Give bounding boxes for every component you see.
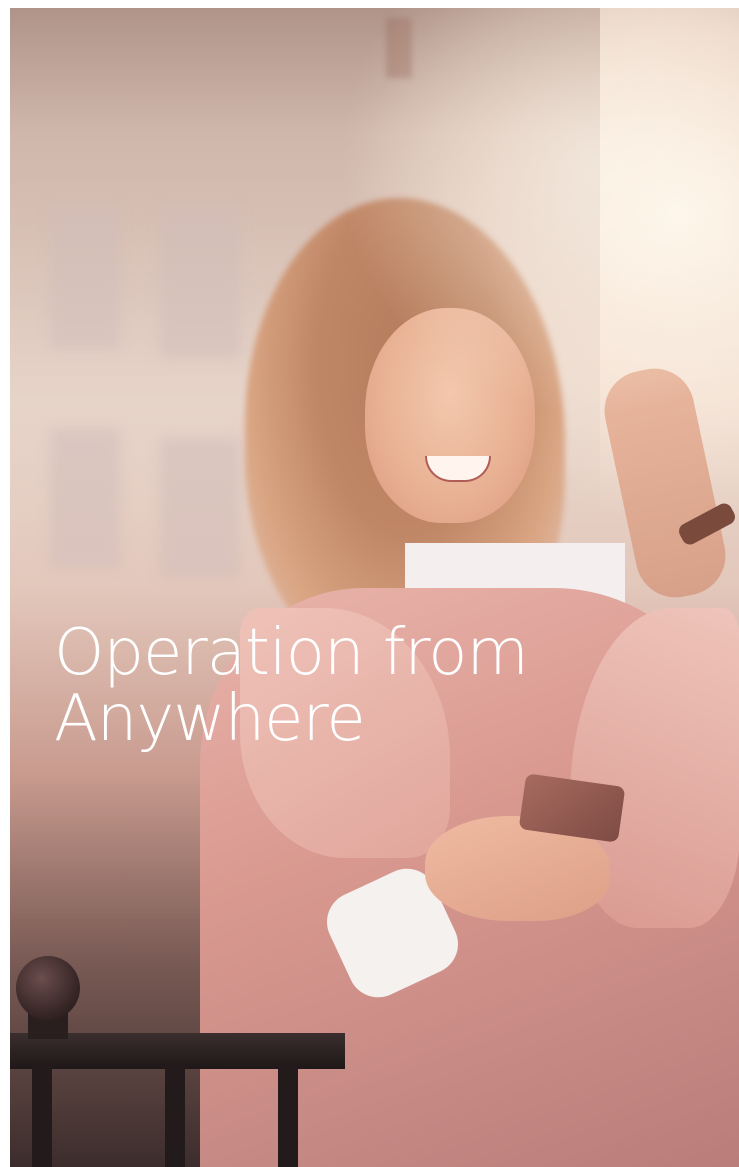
headline-line-1: Operation from xyxy=(54,616,529,690)
hero-headline: Operation from Anywhere xyxy=(54,616,529,756)
railing-finial xyxy=(16,956,80,1020)
railing-post xyxy=(32,1063,52,1167)
hero-photo: Operation from Anywhere xyxy=(10,8,739,1167)
railing-post xyxy=(165,1063,185,1167)
sun-flare xyxy=(160,8,739,708)
railing-post xyxy=(278,1063,298,1167)
headline-line-2: Anywhere xyxy=(54,682,366,756)
building-window xyxy=(50,428,120,568)
building-window xyxy=(50,208,120,348)
